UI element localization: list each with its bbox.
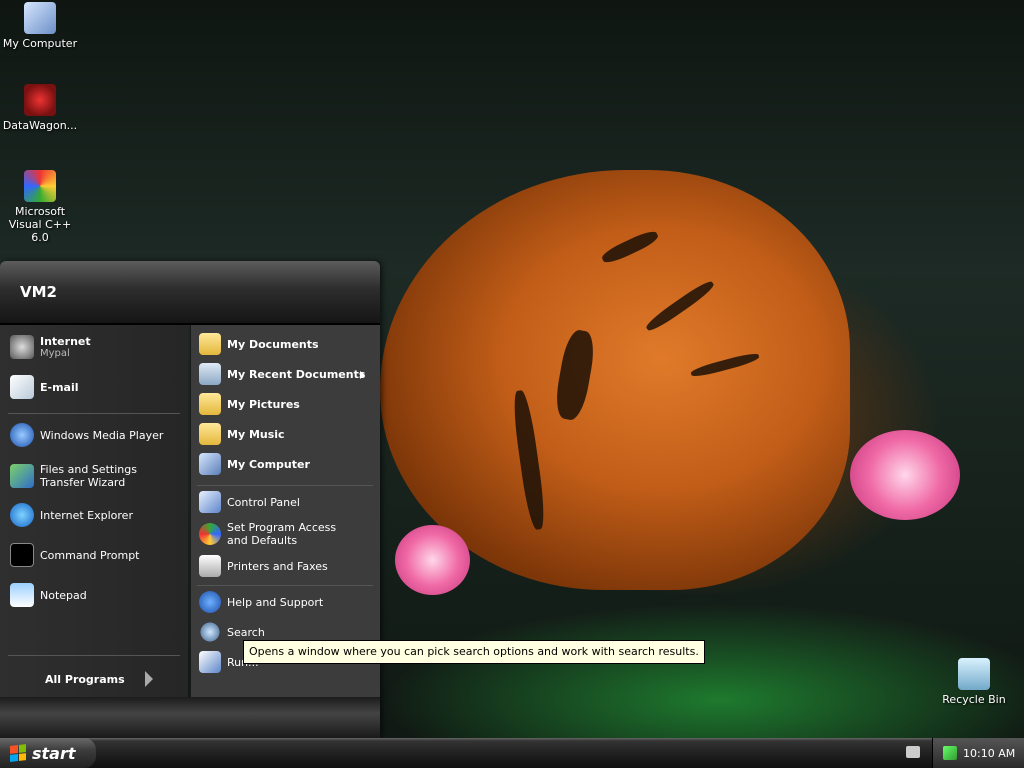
- submenu-arrow-icon: [360, 371, 365, 379]
- notepad-icon: [10, 583, 34, 607]
- menu-item-label: Windows Media Player: [40, 428, 164, 442]
- menu-item-notepad[interactable]: Notepad: [10, 583, 87, 607]
- computer-icon: [199, 453, 221, 475]
- email-icon: [10, 375, 34, 399]
- menu-item-my-documents[interactable]: My Documents: [199, 333, 319, 355]
- datawagon-icon: [24, 84, 56, 116]
- printer-icon: [199, 555, 221, 577]
- wallpaper-tiger: [380, 170, 850, 590]
- menu-item-internet[interactable]: Internet Mypal: [10, 335, 91, 359]
- start-menu-header: VM2: [0, 261, 380, 325]
- desktop-icon-recycle-bin[interactable]: Recycle Bin: [934, 658, 1014, 706]
- separator: [197, 585, 373, 586]
- arrow-right-icon: [144, 671, 153, 687]
- separator: [8, 413, 180, 414]
- menu-item-label: Control Panel: [227, 495, 300, 509]
- search-tooltip: Opens a window where you can pick search…: [243, 640, 705, 664]
- desktop-icon-label: DataWagon...: [2, 119, 78, 132]
- run-icon: [199, 651, 221, 673]
- start-button[interactable]: start: [0, 738, 96, 768]
- keyboard-icon[interactable]: [906, 746, 920, 758]
- menu-item-control-panel[interactable]: Control Panel: [199, 491, 300, 513]
- menu-item-label: My Computer: [227, 457, 310, 471]
- menu-item-printers-faxes[interactable]: Printers and Faxes: [199, 555, 328, 577]
- recent-documents-icon: [199, 363, 221, 385]
- desktop-icon-label: Microsoft Visual C++ 6.0: [8, 205, 72, 244]
- separator: [8, 655, 180, 656]
- menu-item-label: My Pictures: [227, 397, 300, 411]
- desktop-icon-datawagon[interactable]: DataWagon...: [0, 84, 80, 132]
- start-menu-footer: [0, 697, 380, 738]
- menu-item-label: Notepad: [40, 588, 87, 602]
- menu-item-label: Set Program Access and Defaults: [227, 521, 337, 547]
- control-panel-icon: [199, 491, 221, 513]
- ie-icon: [10, 503, 34, 527]
- menu-item-my-recent-documents[interactable]: My Recent Documents: [199, 363, 375, 385]
- menu-item-label: Internet: [40, 335, 91, 348]
- menu-item-email[interactable]: E-mail: [10, 375, 79, 399]
- user-name: VM2: [20, 283, 57, 301]
- desktop-icon-visual-cpp[interactable]: Microsoft Visual C++ 6.0: [0, 170, 80, 244]
- cmd-icon: [10, 543, 34, 567]
- windows-logo-icon: [10, 744, 26, 762]
- menu-item-help-support[interactable]: Help and Support: [199, 591, 323, 613]
- transfer-wizard-icon: [10, 464, 34, 488]
- documents-folder-icon: [199, 333, 221, 355]
- wallpaper-lotus: [850, 430, 960, 520]
- menu-item-label: E-mail: [40, 380, 79, 394]
- all-programs-button[interactable]: All Programs: [45, 671, 153, 687]
- network-icon[interactable]: [943, 746, 957, 760]
- desktop-icon-label: My Computer: [2, 37, 78, 50]
- menu-item-label: Search: [227, 625, 265, 639]
- menu-item-label: My Documents: [227, 337, 319, 351]
- computer-icon: [24, 2, 56, 34]
- menu-item-label: Command Prompt: [40, 548, 140, 562]
- music-folder-icon: [199, 423, 221, 445]
- start-label: start: [32, 743, 76, 763]
- menu-item-internet-explorer[interactable]: Internet Explorer: [10, 503, 133, 527]
- search-icon: [199, 621, 221, 643]
- help-icon: [199, 591, 221, 613]
- menu-item-my-music[interactable]: My Music: [199, 423, 285, 445]
- system-tray: 10:10 AM: [932, 738, 1024, 768]
- all-programs-label: All Programs: [45, 672, 125, 686]
- menu-item-label: My Music: [227, 427, 285, 441]
- menu-item-label: Help and Support: [227, 595, 324, 609]
- menu-item-label: Files and Settings Transfer Wizard: [40, 463, 137, 489]
- clock[interactable]: 10:10 AM: [963, 747, 1015, 760]
- visual-cpp-icon: [24, 170, 56, 202]
- menu-item-media-player[interactable]: Windows Media Player: [10, 423, 163, 447]
- menu-item-program-access[interactable]: Set Program Access and Defaults: [199, 521, 359, 547]
- start-menu-left-column: Internet Mypal E-mail Windows Media Play…: [0, 325, 188, 697]
- program-access-icon: [199, 523, 221, 545]
- menu-item-sublabel: Mypal: [40, 348, 70, 359]
- menu-item-my-pictures[interactable]: My Pictures: [199, 393, 300, 415]
- desktop-icon-label: Recycle Bin: [942, 693, 1006, 706]
- menu-item-transfer-wizard[interactable]: Files and Settings Transfer Wizard: [10, 463, 180, 489]
- menu-item-my-computer[interactable]: My Computer: [199, 453, 310, 475]
- desktop-icon-my-computer[interactable]: My Computer: [0, 2, 80, 50]
- menu-item-command-prompt[interactable]: Command Prompt: [10, 543, 140, 567]
- start-menu: VM2 Internet Mypal E-mail Windows Media …: [0, 261, 380, 738]
- menu-item-label: Printers and Faxes: [227, 559, 328, 573]
- pictures-folder-icon: [199, 393, 221, 415]
- mypal-icon: [10, 335, 34, 359]
- recycle-bin-icon: [958, 658, 990, 690]
- menu-item-label: Internet Explorer: [40, 508, 133, 522]
- media-player-icon: [10, 423, 34, 447]
- separator: [197, 485, 373, 486]
- taskbar: start 10:10 AM: [0, 738, 1024, 768]
- menu-item-label: My Recent Documents: [227, 367, 366, 381]
